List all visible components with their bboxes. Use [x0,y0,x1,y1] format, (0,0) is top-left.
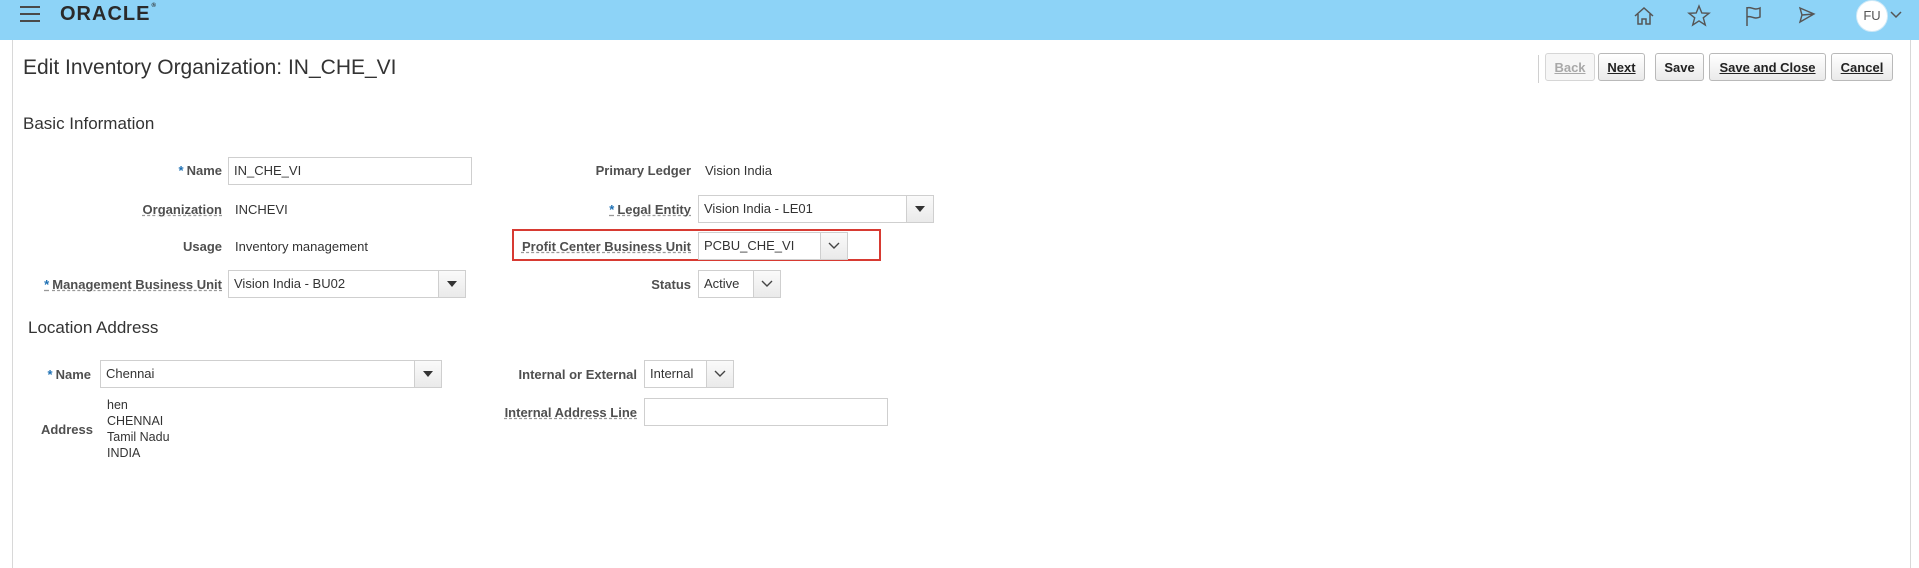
internal-address-line-label[interactable]: Internal Address Line [505,405,637,420]
basic-information-heading: Basic Information [23,114,155,133]
content-panel [12,40,1911,568]
usage-value: Inventory management [235,239,368,254]
notifications-icon[interactable] [1793,2,1821,30]
status-select[interactable]: Active [698,270,781,298]
global-header: ORACLE FU [0,0,1919,40]
internal-or-external-select[interactable]: Internal [644,360,734,388]
chevron-down-icon[interactable] [820,233,847,259]
profit-center-business-unit-value: PCBU_CHE_VI [704,238,795,253]
save-and-close-button[interactable]: Save and Close [1709,53,1826,81]
chevron-down-icon[interactable] [1890,10,1902,20]
address-label: Address [40,422,93,437]
usage-label: Usage [182,239,222,254]
oracle-logo: ORACLE [60,3,157,26]
profit-center-business-unit-select[interactable]: PCBU_CHE_VI [698,232,848,260]
location-name-label: * Name [47,367,91,382]
address-line: Tamil Nadu [107,430,170,444]
primary-ledger-value: Vision India [705,163,772,178]
management-business-unit-label[interactable]: * Management Business Unit [44,277,222,292]
location-address-heading: Location Address [28,318,159,337]
chevron-down-icon[interactable] [753,271,780,297]
status-label: Status [651,277,691,292]
next-button[interactable]: Next [1598,53,1645,81]
dropdown-arrow-icon[interactable] [414,361,441,387]
star-icon[interactable] [1685,2,1713,30]
name-label: * Name [178,163,222,178]
address-line: INDIA [107,446,141,460]
location-name-value: Chennai [106,366,155,381]
user-avatar[interactable]: FU [1856,0,1888,32]
organization-label[interactable]: Organization [143,202,222,217]
toolbar-separator [1538,55,1539,83]
address-line: CHENNAI [107,414,164,428]
address-line: hen [107,398,128,412]
name-input[interactable]: IN_CHE_VI [228,157,472,185]
menu-icon[interactable] [20,6,40,24]
internal-or-external-label: Internal or External [518,367,637,382]
legal-entity-label[interactable]: * Legal Entity [609,202,691,217]
back-button[interactable]: Back [1545,53,1595,81]
internal-or-external-value: Internal [650,366,694,381]
chevron-down-icon[interactable] [706,361,733,387]
home-icon[interactable] [1630,2,1658,30]
organization-value: INCHEVI [235,202,288,217]
page-title: Edit Inventory Organization: IN_CHE_VI [23,56,397,79]
legal-entity-value: Vision India - LE01 [704,201,813,216]
status-value: Active [704,276,740,291]
legal-entity-select[interactable]: Vision India - LE01 [698,195,934,223]
dropdown-arrow-icon[interactable] [438,271,465,297]
internal-address-line-input[interactable] [644,398,888,426]
profit-center-business-unit-label[interactable]: Profit Center Business Unit [522,239,691,254]
flag-icon[interactable] [1739,2,1767,30]
dropdown-arrow-icon[interactable] [906,196,933,222]
management-business-unit-select[interactable]: Vision India - BU02 [228,270,466,298]
cancel-button[interactable]: Cancel [1831,53,1893,81]
primary-ledger-label: Primary Ledger [595,163,691,178]
location-name-select[interactable]: Chennai [100,360,442,388]
management-business-unit-value: Vision India - BU02 [234,276,346,291]
save-button[interactable]: Save [1655,53,1704,81]
